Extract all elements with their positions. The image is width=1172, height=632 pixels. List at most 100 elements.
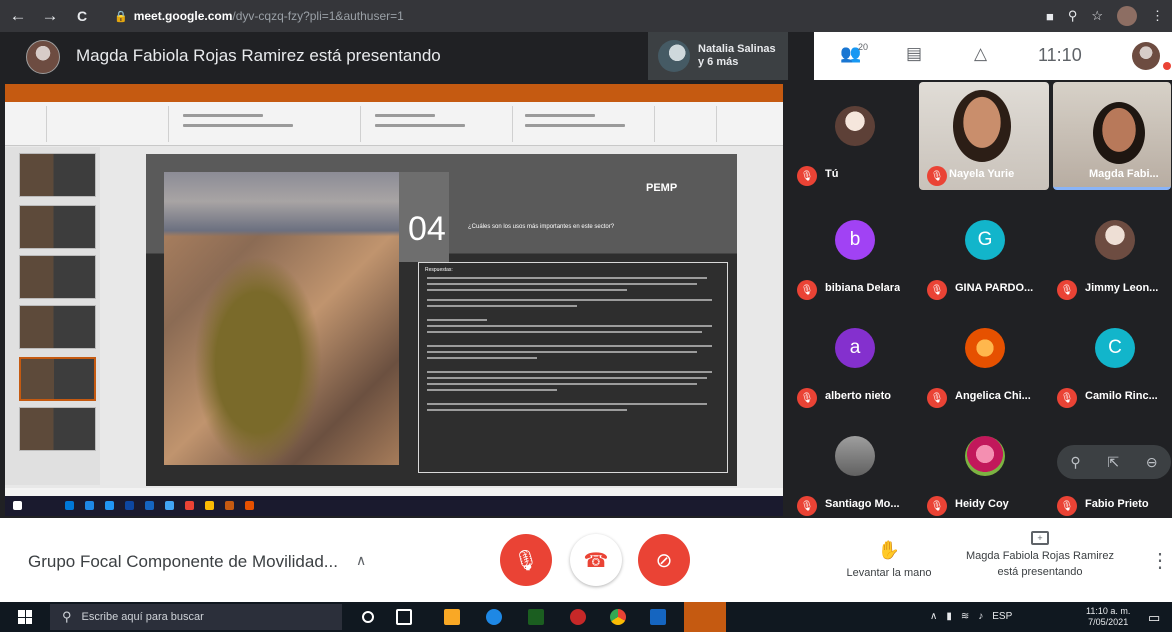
forward-button[interactable]: →: [36, 2, 64, 30]
activities-icon[interactable]: △: [974, 44, 987, 64]
address-bar[interactable]: 🔒 meet.google.com /dyv-cqzq-fzy?pli=1&au…: [108, 5, 1028, 27]
answers-textbox: Respuestas:: [418, 262, 728, 473]
notifications-icon[interactable]: ▭: [1148, 610, 1160, 626]
slide-thumbnail: [19, 205, 96, 249]
ppt-statusbar: [5, 488, 783, 496]
profile-avatar[interactable]: [1117, 6, 1137, 26]
mic-off-icon: 🎙: [927, 496, 947, 516]
participant-avatar: C: [1095, 328, 1135, 368]
chat-icon[interactable]: ▤: [906, 44, 922, 64]
slide-thumbnails-pane: [5, 147, 100, 485]
more-options-icon[interactable]: ⋮: [1150, 548, 1170, 573]
slide-thumbnail: [19, 407, 96, 451]
slide-question: ¿Cuáles son los usos más importantes en …: [468, 224, 615, 230]
participant-tile[interactable]: 🎙 Tú: [789, 82, 917, 190]
raise-hand-button[interactable]: ✋ Levantar la mano: [838, 540, 940, 579]
battery-icon[interactable]: ▮: [946, 611, 952, 622]
participant-tile[interactable]: C 🎙 Camilo Rinc...: [1049, 304, 1172, 412]
excel-icon[interactable]: [528, 609, 544, 625]
ppt-ribbon-tabs: [5, 93, 783, 102]
wifi-icon[interactable]: ≋: [961, 611, 969, 622]
slide-thumbnail-selected: [19, 357, 96, 401]
file-explorer-icon[interactable]: [444, 609, 460, 625]
word-icon[interactable]: [650, 609, 666, 625]
shared-powerpoint-window: 04 ¿Cuáles son los usos más importantes …: [5, 84, 783, 516]
answers-heading: Respuestas:: [425, 267, 453, 273]
system-date: 7/05/2021: [1088, 617, 1129, 627]
app-icon[interactable]: [570, 609, 586, 625]
participant-tile[interactable]: G 🎙 GINA PARDO...: [919, 196, 1047, 304]
participant-tile[interactable]: b 🎙 bibiana Delara: [789, 196, 917, 304]
remove-icon[interactable]: ⊖: [1146, 454, 1158, 471]
meeting-title[interactable]: Grupo Focal Componente de Movilidad...: [28, 552, 338, 572]
slide-section-number: 04: [408, 210, 446, 248]
task-view-icon[interactable]: [396, 609, 412, 625]
slide-thumbnail: [19, 255, 96, 299]
expand-icon[interactable]: ⇱: [1107, 454, 1119, 471]
hang-up-button[interactable]: ☎: [570, 534, 622, 586]
participant-avatar: [835, 436, 875, 476]
edge-icon[interactable]: [486, 609, 502, 625]
participant-video-tile-presenter[interactable]: Magda Fabi...: [1053, 82, 1171, 190]
chevron-up-icon[interactable]: ∧: [930, 611, 937, 622]
self-status-dot: [1163, 62, 1171, 70]
participant-name: Fabio Prieto: [1085, 498, 1149, 510]
cortana-icon[interactable]: [362, 611, 374, 623]
star-icon[interactable]: ☆: [1091, 8, 1103, 24]
pin-icon[interactable]: ⚲: [1070, 454, 1080, 471]
participants-grid: 🎙 Tú 🎙 Nayela Yurie Magda Fabi... b 🎙 bi…: [785, 80, 1172, 518]
camera-indicator-icon[interactable]: ■: [1046, 9, 1054, 24]
pinned-participants-chip[interactable]: Natalia Salinas y 6 más: [648, 32, 788, 80]
aerial-city-photo: [164, 172, 399, 465]
mic-toggle-button[interactable]: 🎙: [500, 534, 552, 586]
volume-icon[interactable]: ♪: [978, 611, 983, 622]
mic-off-icon: 🎙: [797, 388, 817, 408]
reload-button[interactable]: C: [68, 2, 96, 30]
url-host: meet.google.com: [133, 9, 233, 23]
slide-thumbnail: [19, 153, 96, 197]
participant-name: Nayela Yurie: [949, 168, 1015, 180]
chevron-up-icon[interactable]: ∧: [356, 552, 366, 569]
meet-header: Magda Fabiola Rojas Ramirez está present…: [0, 32, 1172, 80]
zoom-icon[interactable]: ⚲: [1068, 8, 1078, 24]
presenting-line1: Magda Fabiola Rojas Ramirez: [966, 550, 1114, 562]
participant-name: Camilo Rinc...: [1085, 390, 1158, 402]
participant-name: Tú: [825, 168, 839, 180]
mic-off-icon: 🎙: [927, 388, 947, 408]
search-placeholder: Escribe aquí para buscar: [81, 611, 204, 623]
windows-search-box[interactable]: ⚲ Escribe aquí para buscar: [50, 604, 342, 630]
system-clock[interactable]: 11:10 a. m. 7/05/2021: [1086, 606, 1130, 628]
participant-tile[interactable]: 🎙 Heidy Coy: [919, 412, 1047, 520]
chrome-icon[interactable]: [610, 609, 626, 625]
participant-avatar: [965, 328, 1005, 368]
mic-off-icon: 🎙: [927, 280, 947, 300]
shared-taskbar: [5, 496, 783, 516]
participant-name: Jimmy Leon...: [1085, 282, 1159, 294]
camera-toggle-button[interactable]: ⊘: [638, 534, 690, 586]
participant-tile[interactable]: 🎙 Santiago Mo...: [789, 412, 917, 520]
phone-hangup-icon: ☎: [583, 549, 609, 572]
tile-hover-controls: ⚲ ⇱ ⊖: [1057, 445, 1171, 479]
participant-avatar: [965, 436, 1005, 476]
presenting-info-button[interactable]: + Magda Fabiola Rojas Ramirez está prese…: [952, 530, 1128, 580]
participant-tile[interactable]: 🎙 Angelica Chi...: [919, 304, 1047, 412]
self-avatar[interactable]: [1132, 42, 1160, 70]
language-indicator[interactable]: ESP: [992, 611, 1012, 622]
search-icon: ⚲: [62, 609, 72, 624]
back-button[interactable]: ←: [4, 2, 32, 30]
mic-off-icon: 🎙: [797, 280, 817, 300]
browser-toolbar: ← → C 🔒 meet.google.com /dyv-cqzq-fzy?pl…: [0, 0, 1172, 32]
windows-start-icon[interactable]: [18, 610, 32, 624]
participant-count: 20: [858, 42, 869, 52]
powerpoint-taskbar-icon[interactable]: [684, 602, 726, 632]
system-tray: ∧ ▮ ≋ ♪ ESP: [930, 611, 1012, 622]
natalia-avatar: [658, 40, 690, 72]
menu-icon[interactable]: ⋮: [1151, 8, 1164, 24]
participant-name: Heidy Coy: [955, 498, 1009, 510]
participant-name: bibiana Delara: [825, 282, 901, 294]
hand-icon: ✋: [877, 540, 901, 560]
participant-tile[interactable]: a 🎙 alberto nieto: [789, 304, 917, 412]
participant-video-tile[interactable]: 🎙 Nayela Yurie: [919, 82, 1049, 190]
present-screen-icon: +: [1031, 531, 1049, 545]
participant-tile[interactable]: 🎙 Jimmy Leon...: [1049, 196, 1172, 304]
